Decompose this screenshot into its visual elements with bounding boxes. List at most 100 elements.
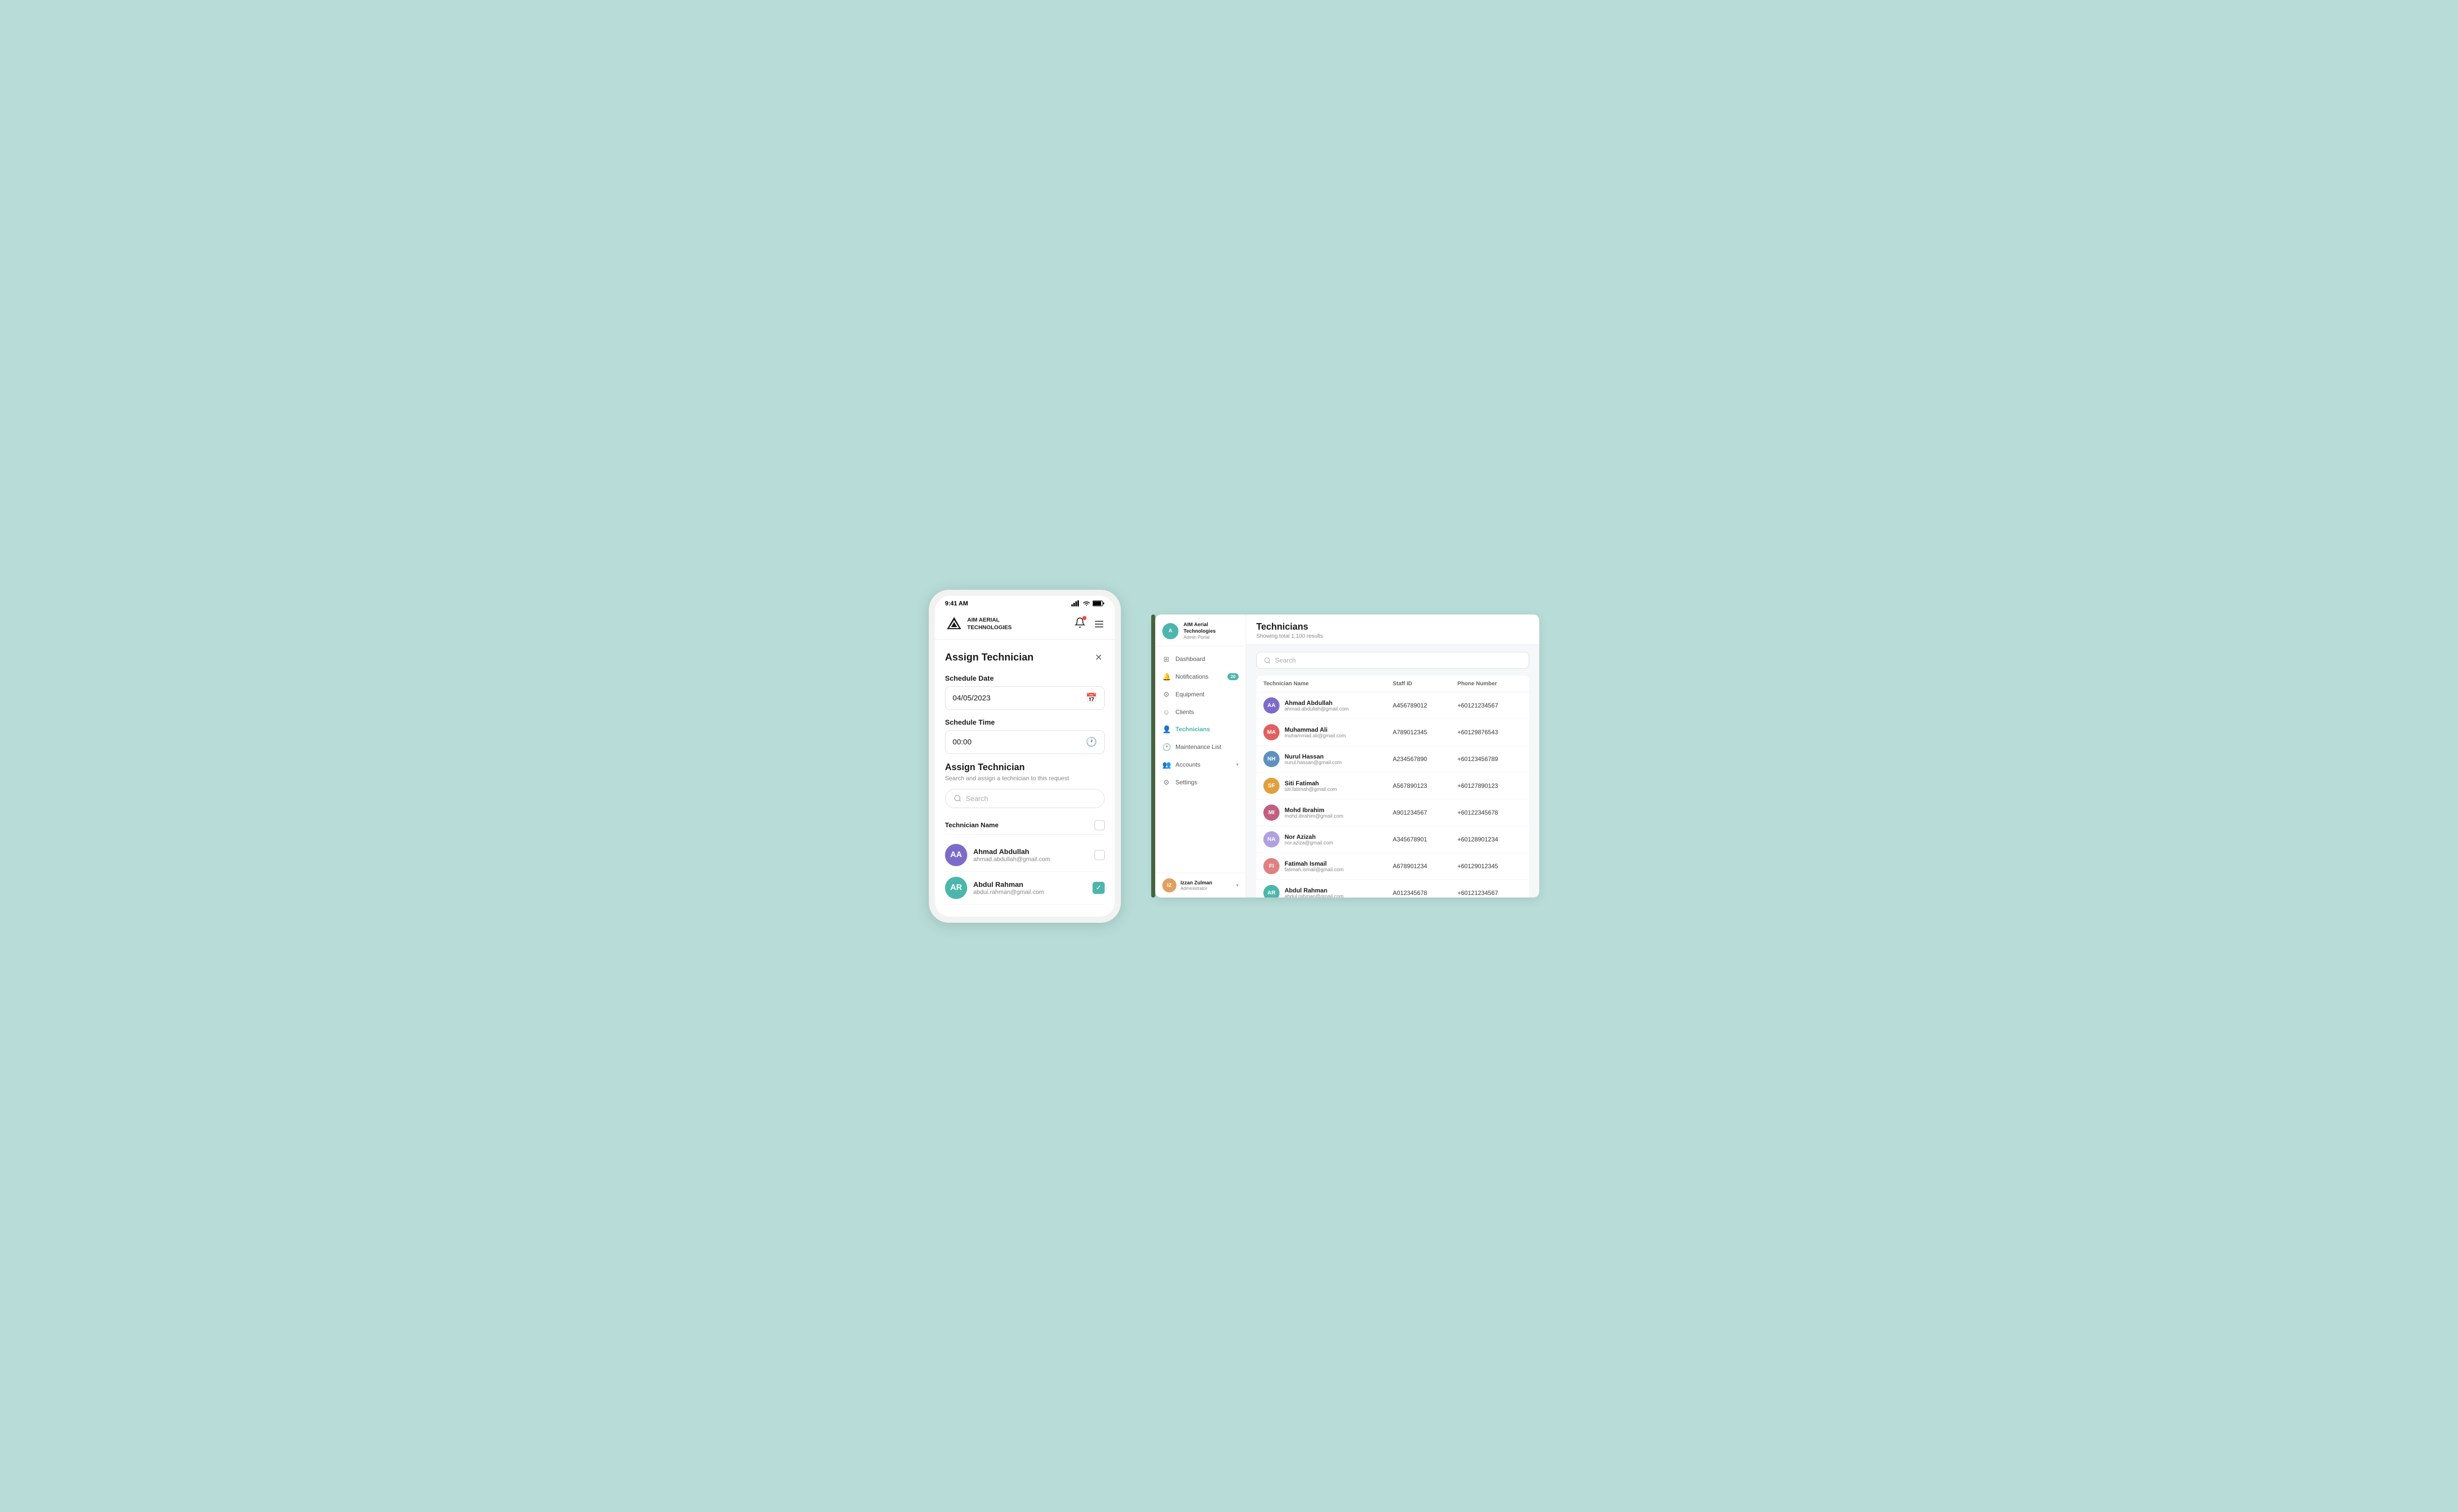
schedule-time-input[interactable]: 00:00 🕐 — [945, 730, 1105, 754]
table-staffid-5: A901234567 — [1393, 809, 1457, 816]
table-avatar-1: AA — [1263, 697, 1280, 714]
phone-frame: 9:41 AM — [929, 590, 1121, 923]
tech-item-1[interactable]: AA Ahmad Abdullah ahmad.abdullah@gmail.c… — [945, 839, 1105, 872]
user-chevron-icon: ▾ — [1236, 883, 1239, 888]
aim-logo-icon — [945, 615, 963, 633]
sidebar-label-notifications: Notifications — [1175, 673, 1208, 680]
calendar-icon: 📅 — [1086, 693, 1097, 703]
settings-icon: ⚙ — [1162, 778, 1170, 787]
table-row[interactable]: SF Siti Fatimahsiti.fatimah@gmail.com A5… — [1256, 773, 1529, 799]
page-title: Technicians — [1256, 622, 1529, 632]
tech-cell-5: MI Mohd Ibrahimmohd.ibrahim@gmail.com — [1263, 805, 1393, 821]
table-staffid-8: A012345678 — [1393, 889, 1457, 896]
logo-text: AIM AERIAL TECHNOLOGIES — [967, 617, 1012, 631]
accounts-chevron-icon: ▾ — [1236, 762, 1239, 768]
table-avatar-4: SF — [1263, 778, 1280, 794]
table-name-7: Fatimah Ismail — [1285, 860, 1344, 867]
menu-icon[interactable] — [1094, 619, 1105, 630]
user-info: Izzan Zulman Administrator — [1180, 880, 1232, 891]
clients-icon: ☺ — [1162, 708, 1170, 716]
tech-checkbox-2[interactable]: ✓ — [1093, 882, 1105, 894]
sidebar-item-settings[interactable]: ⚙ Settings — [1155, 774, 1246, 791]
table-row[interactable]: AR Abdul Rahmanabdul.rahman@gmail.com A0… — [1256, 880, 1529, 897]
table-row[interactable]: AA Ahmad Abdullahahmad.abdullah@gmail.co… — [1256, 692, 1529, 719]
sidebar-label-clients: Clients — [1175, 708, 1194, 716]
main-content: Technicians Showing total 1,100 results … — [1246, 615, 1539, 897]
tech-checkbox-1[interactable] — [1095, 850, 1105, 860]
battery-icon — [1093, 600, 1105, 606]
sidebar-label-settings: Settings — [1175, 779, 1197, 786]
table-name-3: Nurul Hassan — [1285, 753, 1342, 760]
admin-search-placeholder: Search — [1275, 656, 1296, 664]
admin-panel: A AIM Aerial Technologies Admin Portal ⊞… — [1155, 615, 1539, 897]
sidebar-item-clients[interactable]: ☺ Clients — [1155, 703, 1246, 721]
sidebar-item-accounts[interactable]: 👥 Accounts ▾ — [1155, 756, 1246, 774]
signal-icon — [1071, 600, 1080, 606]
table-staffid-2: A789012345 — [1393, 729, 1457, 736]
tech-avatar-2: AR — [945, 877, 967, 899]
table-name-1: Ahmad Abdullah — [1285, 699, 1349, 706]
user-role: Administrator — [1180, 886, 1232, 891]
tech-item-2[interactable]: AR Abdul Rahman abdul.rahman@gmail.com ✓ — [945, 872, 1105, 905]
tech-cell-1: AA Ahmad Abdullahahmad.abdullah@gmail.co… — [1263, 697, 1393, 714]
table-email-3: nurul.hassan@gmail.com — [1285, 760, 1342, 766]
content-area: Search Technician Name Staff ID Phone Nu… — [1246, 645, 1539, 897]
brand-name: AIM Aerial Technologies — [1184, 622, 1239, 635]
bell-wrapper[interactable] — [1074, 617, 1085, 631]
table-row[interactable]: NA Nor Azizahnor.aziza@gmail.com A345678… — [1256, 826, 1529, 853]
table-email-7: fatimah.ismail@gmail.com — [1285, 867, 1344, 873]
notification-dot — [1082, 616, 1086, 620]
tech-email-2: abdul.rahman@gmail.com — [973, 888, 1086, 895]
table-email-6: nor.aziza@gmail.com — [1285, 840, 1333, 846]
admin-search-bar[interactable]: Search — [1256, 652, 1529, 669]
notifications-icon: 🔔 — [1162, 673, 1170, 681]
phone-screen: 9:41 AM — [935, 596, 1115, 917]
table-staffid-1: A456789012 — [1393, 702, 1457, 709]
sidebar-item-technicians[interactable]: 👤 Technicians — [1155, 721, 1246, 738]
table-email-4: siti.fatimah@gmail.com — [1285, 787, 1337, 792]
equipment-icon: ⚙ — [1162, 690, 1170, 699]
sidebar-label-equipment: Equipment — [1175, 691, 1204, 698]
sidebar-item-equipment[interactable]: ⚙ Equipment — [1155, 686, 1246, 703]
admin-search-icon — [1264, 657, 1271, 664]
close-button[interactable]: ✕ — [1093, 652, 1105, 664]
brand-info: AIM Aerial Technologies Admin Portal — [1184, 622, 1239, 641]
table-avatar-2: MA — [1263, 724, 1280, 740]
tech-header-label: Technician Name — [945, 821, 999, 829]
col-header-staffid: Staff ID — [1393, 681, 1457, 687]
header-icons — [1074, 617, 1105, 631]
table-staffid-7: A678901234 — [1393, 863, 1457, 870]
table-header: Technician Name Staff ID Phone Number — [1256, 676, 1529, 692]
sidebar-item-maintenance[interactable]: 🕐 Maintenance List — [1155, 738, 1246, 756]
tech-cell-6: NA Nor Azizahnor.aziza@gmail.com — [1263, 831, 1393, 847]
table-phone-2: +60129876543 — [1457, 729, 1522, 736]
table-row[interactable]: FI Fatimah Ismailfatimah.ismail@gmail.co… — [1256, 853, 1529, 880]
technician-search[interactable]: Search — [945, 789, 1105, 808]
table-email-1: ahmad.abdullah@gmail.com — [1285, 706, 1349, 712]
tech-cell-2: MA Muhammad Alimuhammad.ali@gmail.com — [1263, 724, 1393, 740]
table-row[interactable]: NH Nurul Hassannurul.hassan@gmail.com A2… — [1256, 746, 1529, 773]
sidebar-item-dashboard[interactable]: ⊞ Dashboard — [1155, 650, 1246, 668]
table-phone-5: +60122345678 — [1457, 809, 1522, 816]
schedule-time-label: Schedule Time — [945, 718, 1105, 726]
table-staffid-4: A567890123 — [1393, 782, 1457, 789]
schedule-date-input[interactable]: 04/05/2023 📅 — [945, 686, 1105, 710]
table-avatar-8: AR — [1263, 885, 1280, 897]
schedule-date-label: Schedule Date — [945, 674, 1105, 682]
technicians-icon: 👤 — [1162, 725, 1170, 734]
page-subtitle: Showing total 1,100 results — [1256, 633, 1529, 639]
table-phone-6: +60128901234 — [1457, 836, 1522, 843]
tech-cell-8: AR Abdul Rahmanabdul.rahman@gmail.com — [1263, 885, 1393, 897]
sidebar-user[interactable]: IZ Izzan Zulman Administrator ▾ — [1155, 873, 1246, 897]
table-avatar-5: MI — [1263, 805, 1280, 821]
sidebar-item-notifications[interactable]: 🔔 Notifications 20 — [1155, 668, 1246, 686]
modal-title-row: Assign Technician ✕ — [945, 652, 1105, 664]
select-all-checkbox[interactable] — [1095, 820, 1105, 830]
table-row[interactable]: MA Muhammad Alimuhammad.ali@gmail.com A7… — [1256, 719, 1529, 746]
status-bar: 9:41 AM — [935, 596, 1115, 609]
table-row[interactable]: MI Mohd Ibrahimmohd.ibrahim@gmail.com A9… — [1256, 799, 1529, 826]
tech-cell-7: FI Fatimah Ismailfatimah.ismail@gmail.co… — [1263, 858, 1393, 874]
assign-technician-modal: Assign Technician ✕ Schedule Date 04/05/… — [935, 640, 1115, 917]
phone-logo: AIM AERIAL TECHNOLOGIES — [945, 615, 1012, 633]
admin-sidebar: A AIM Aerial Technologies Admin Portal ⊞… — [1155, 615, 1246, 897]
